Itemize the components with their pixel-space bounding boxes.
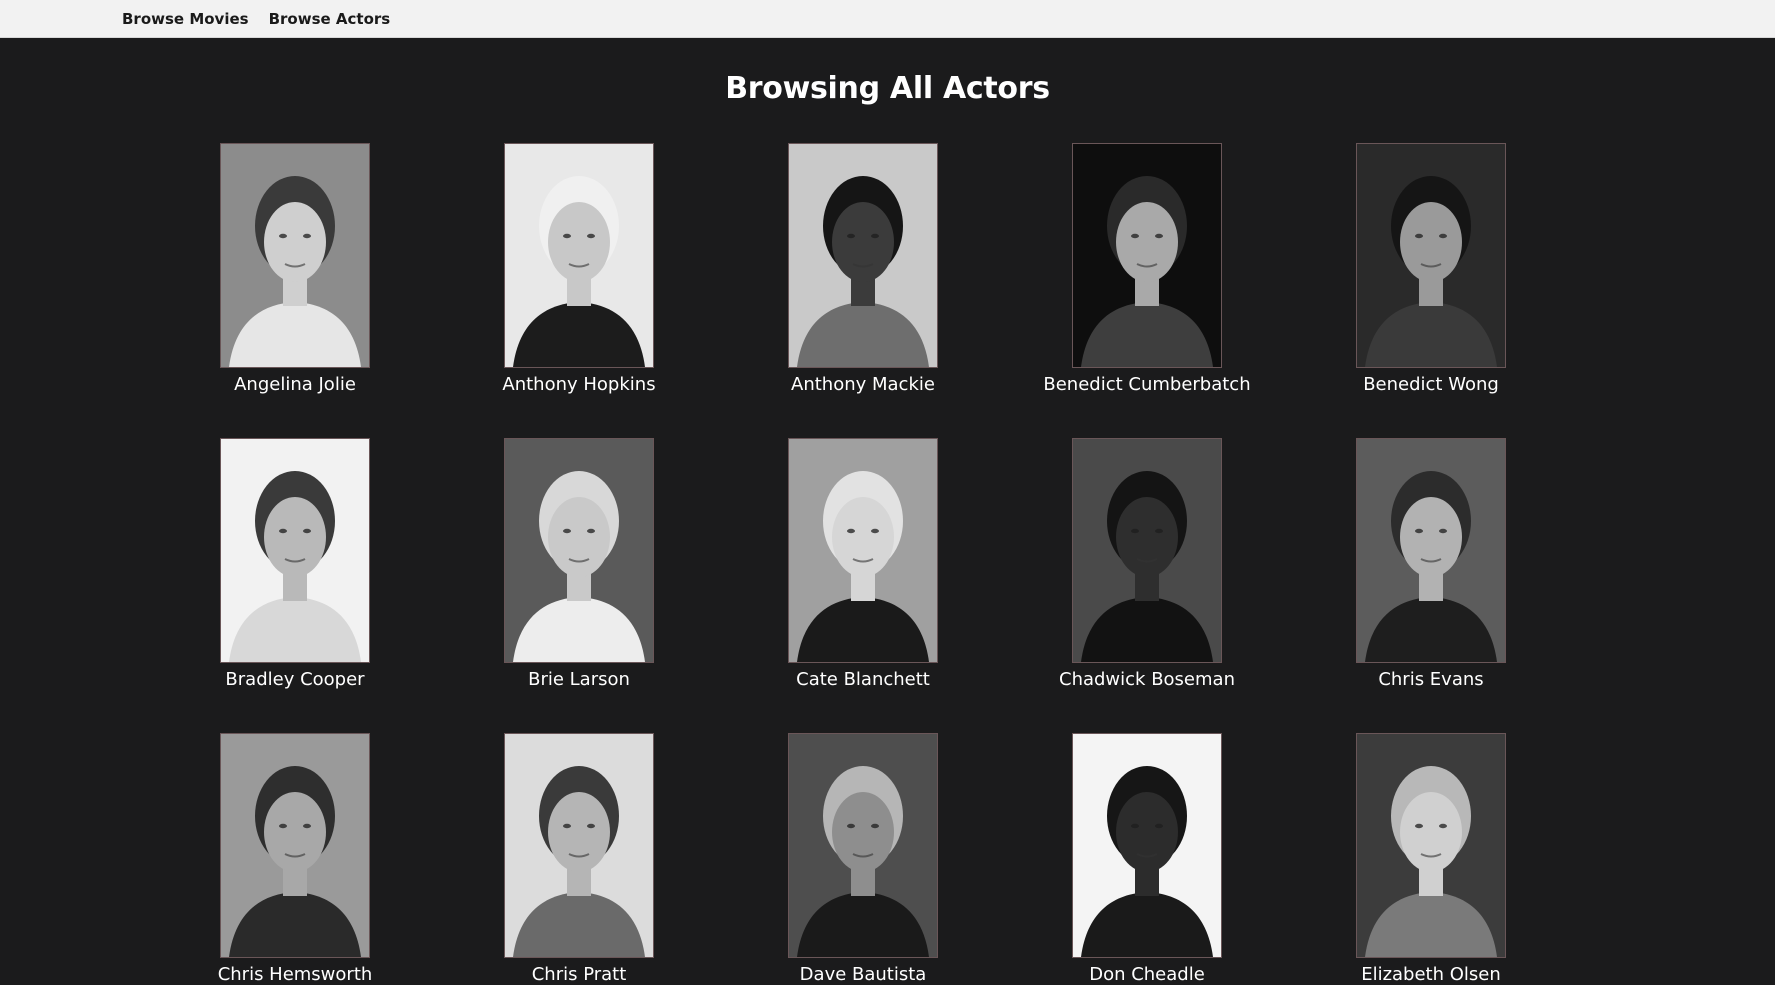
- actor-card[interactable]: Brie Larson: [449, 438, 709, 690]
- actor-photo[interactable]: [504, 733, 654, 958]
- actor-name[interactable]: Chris Evans: [1301, 669, 1561, 690]
- actor-photo[interactable]: [504, 143, 654, 368]
- nav-link-browse-movies[interactable]: Browse Movies: [122, 10, 249, 28]
- actor-photo[interactable]: [220, 438, 370, 663]
- actor-name[interactable]: Chadwick Boseman: [1017, 669, 1277, 690]
- actor-photo[interactable]: [1356, 438, 1506, 663]
- actor-photo[interactable]: [788, 438, 938, 663]
- actor-card[interactable]: Chadwick Boseman: [1017, 438, 1277, 690]
- actor-photo[interactable]: [1356, 733, 1506, 958]
- actor-photo[interactable]: [1072, 438, 1222, 663]
- actor-card[interactable]: Dave Bautista: [733, 733, 993, 985]
- actor-photo[interactable]: [788, 733, 938, 958]
- nav-link-browse-actors[interactable]: Browse Actors: [269, 10, 391, 28]
- actor-card[interactable]: Chris Hemsworth: [165, 733, 425, 985]
- actor-name[interactable]: Chris Pratt: [449, 964, 709, 985]
- actor-name[interactable]: Cate Blanchett: [733, 669, 993, 690]
- actor-card[interactable]: Benedict Wong: [1301, 143, 1561, 395]
- actor-name[interactable]: Benedict Wong: [1301, 374, 1561, 395]
- actor-card[interactable]: Don Cheadle: [1017, 733, 1277, 985]
- actor-name[interactable]: Elizabeth Olsen: [1301, 964, 1561, 985]
- actor-photo[interactable]: [220, 143, 370, 368]
- actor-card[interactable]: Anthony Hopkins: [449, 143, 709, 395]
- actor-photo[interactable]: [220, 733, 370, 958]
- actor-photo[interactable]: [1072, 733, 1222, 958]
- actor-photo[interactable]: [788, 143, 938, 368]
- actor-card[interactable]: Elizabeth Olsen: [1301, 733, 1561, 985]
- actor-card[interactable]: Bradley Cooper: [165, 438, 425, 690]
- actor-card[interactable]: Angelina Jolie: [165, 143, 425, 395]
- actor-card[interactable]: Cate Blanchett: [733, 438, 993, 690]
- actor-grid: Angelina Jolie Anthony Hopkins Anthony Mac…: [0, 111, 1775, 985]
- page-title: Browsing All Actors: [725, 71, 1050, 106]
- actor-card[interactable]: Anthony Mackie: [733, 143, 993, 395]
- top-navbar: Browse Movies Browse Actors: [0, 0, 1775, 38]
- actor-photo[interactable]: [1072, 143, 1222, 368]
- actor-name[interactable]: Angelina Jolie: [165, 374, 425, 395]
- actor-card[interactable]: Chris Pratt: [449, 733, 709, 985]
- actor-photo[interactable]: [1356, 143, 1506, 368]
- actor-card[interactable]: Chris Evans: [1301, 438, 1561, 690]
- actor-card[interactable]: Benedict Cumberbatch: [1017, 143, 1277, 395]
- actor-name[interactable]: Benedict Cumberbatch: [1017, 374, 1277, 395]
- actor-photo[interactable]: [504, 438, 654, 663]
- actor-name[interactable]: Anthony Hopkins: [449, 374, 709, 395]
- actor-name[interactable]: Don Cheadle: [1017, 964, 1277, 985]
- actor-name[interactable]: Brie Larson: [449, 669, 709, 690]
- actor-name[interactable]: Chris Hemsworth: [165, 964, 425, 985]
- actor-name[interactable]: Anthony Mackie: [733, 374, 993, 395]
- actor-name[interactable]: Bradley Cooper: [165, 669, 425, 690]
- actor-name[interactable]: Dave Bautista: [733, 964, 993, 985]
